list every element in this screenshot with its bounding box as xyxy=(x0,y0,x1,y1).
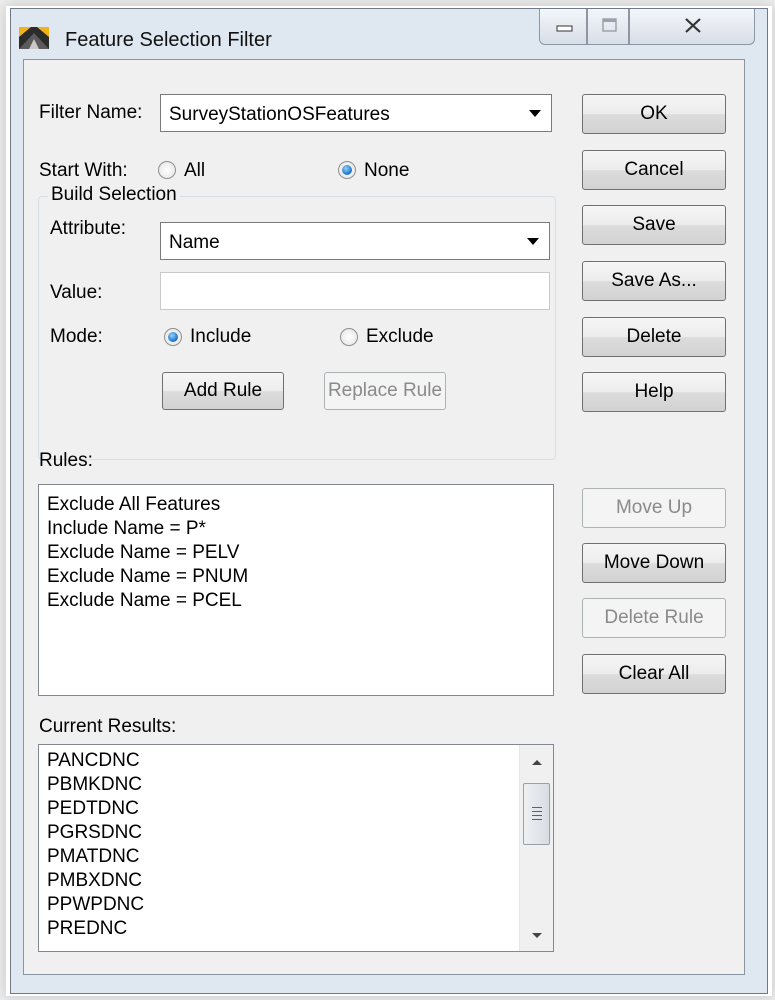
mode-include-radio[interactable] xyxy=(164,328,182,346)
result-item[interactable]: PREDNC xyxy=(47,917,127,941)
thumb-grip-line xyxy=(531,807,542,808)
rules-listbox[interactable]: Exclude All Features Include Name = P* E… xyxy=(38,484,554,696)
delete-rule-button[interactable]: Delete Rule xyxy=(582,598,726,638)
dialog-client-area: Filter Name: SurveyStationOSFeatures Sta… xyxy=(23,59,745,975)
start-with-all-label[interactable]: All xyxy=(184,160,205,182)
close-icon xyxy=(685,18,701,33)
rule-item[interactable]: Exclude Name = PCEL xyxy=(47,589,242,613)
title-bar[interactable]: Feature Selection Filter xyxy=(11,9,767,61)
build-selection-title: Build Selection xyxy=(48,184,180,206)
window-title: Feature Selection Filter xyxy=(65,29,272,51)
help-button[interactable]: Help xyxy=(582,372,726,412)
move-up-button[interactable]: Move Up xyxy=(582,488,726,528)
mode-exclude-radio[interactable] xyxy=(340,328,358,346)
result-item[interactable]: PANCDNC xyxy=(47,749,140,773)
start-with-label: Start With: xyxy=(39,160,128,181)
minimize-button[interactable] xyxy=(539,9,587,45)
rules-label: Rules: xyxy=(39,450,93,471)
attribute-dropdown[interactable]: Name xyxy=(160,222,550,260)
maximize-icon xyxy=(602,18,617,32)
delete-button[interactable]: Delete xyxy=(582,317,726,357)
rule-item[interactable]: Exclude Name = PNUM xyxy=(47,565,248,589)
save-as-button[interactable]: Save As... xyxy=(582,261,726,301)
result-item[interactable]: PPWPDNC xyxy=(47,893,144,917)
scrollbar-thumb[interactable] xyxy=(523,783,550,845)
mode-include-label[interactable]: Include xyxy=(190,326,251,348)
clear-all-button[interactable]: Clear All xyxy=(582,654,726,694)
start-with-all-radio[interactable] xyxy=(158,161,176,179)
mode-label: Mode: xyxy=(50,326,103,347)
results-scrollbar[interactable] xyxy=(519,745,553,951)
results-listbox[interactable]: PANCDNC PBMKDNC PEDTDNC PGRSDNC PMATDNC … xyxy=(38,744,554,952)
thumb-grip-line xyxy=(531,819,542,820)
scroll-down-arrow-icon[interactable] xyxy=(529,931,545,941)
value-label: Value: xyxy=(50,282,103,303)
dialog-window: Feature Selection Filter Filter Name: Su… xyxy=(10,8,768,994)
ok-button[interactable]: OK xyxy=(582,94,726,134)
app-logo-icon xyxy=(19,27,49,49)
value-input[interactable] xyxy=(160,272,550,310)
maximize-button[interactable] xyxy=(587,9,629,45)
thumb-grip-line xyxy=(531,815,542,816)
thumb-grip-line xyxy=(531,811,542,812)
replace-rule-button[interactable]: Replace Rule xyxy=(324,372,446,410)
result-item[interactable]: PMBXDNC xyxy=(47,869,142,893)
move-down-button[interactable]: Move Down xyxy=(582,543,726,583)
add-rule-button[interactable]: Add Rule xyxy=(162,372,284,410)
result-item[interactable]: PEDTDNC xyxy=(47,797,139,821)
rule-item[interactable]: Exclude Name = PELV xyxy=(47,541,239,565)
attribute-label: Attribute: xyxy=(50,218,127,239)
mode-exclude-label[interactable]: Exclude xyxy=(366,326,434,348)
minimize-icon xyxy=(556,25,573,32)
close-button[interactable] xyxy=(629,9,755,45)
rule-item[interactable]: Exclude All Features xyxy=(47,493,220,517)
chevron-down-icon xyxy=(527,238,539,245)
result-item[interactable]: PBMKDNC xyxy=(47,773,142,797)
filter-name-dropdown[interactable]: SurveyStationOSFeatures xyxy=(160,94,552,132)
window-controls xyxy=(539,9,755,45)
attribute-value: Name xyxy=(169,232,220,253)
start-with-none-label[interactable]: None xyxy=(364,160,409,182)
start-with-none-radio[interactable] xyxy=(338,161,356,179)
current-results-label: Current Results: xyxy=(39,716,177,737)
save-button[interactable]: Save xyxy=(582,205,726,245)
filter-name-value: SurveyStationOSFeatures xyxy=(169,104,390,125)
chevron-down-icon xyxy=(529,110,541,117)
filter-name-label: Filter Name: xyxy=(39,102,143,123)
cancel-button[interactable]: Cancel xyxy=(582,150,726,190)
scroll-up-arrow-icon[interactable] xyxy=(529,757,545,767)
rule-item[interactable]: Include Name = P* xyxy=(47,517,206,541)
result-item[interactable]: PGRSDNC xyxy=(47,821,142,845)
result-item[interactable]: PMATDNC xyxy=(47,845,140,869)
